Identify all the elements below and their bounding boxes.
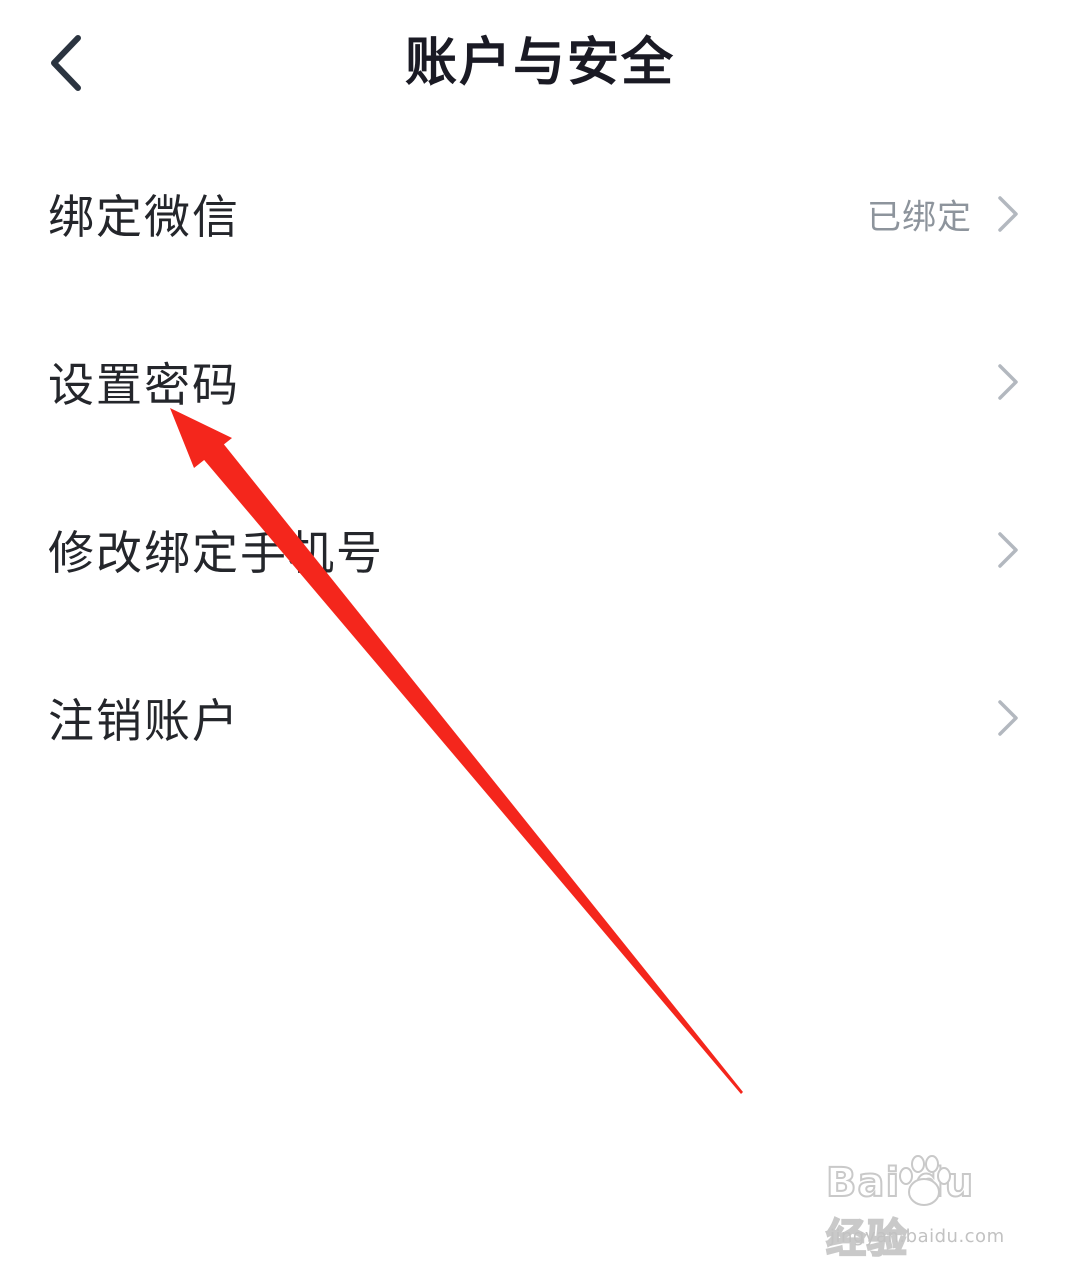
menu-item-set-password[interactable]: 设置密码	[0, 298, 1080, 466]
watermark-url: jingyan.baidu.com	[830, 1226, 1005, 1247]
menu-item-bind-wechat[interactable]: 绑定微信 已绑定	[0, 130, 1080, 298]
menu-item-label: 修改绑定手机号	[48, 526, 384, 580]
chevron-right-icon	[994, 362, 1022, 402]
chevron-right-icon	[994, 698, 1022, 738]
watermark: Bai du 经验 jingyan.baidu.com	[825, 1155, 1026, 1263]
menu-item-label: 绑定微信	[48, 190, 240, 244]
page-title: 账户与安全	[404, 33, 675, 93]
menu-item-label: 设置密码	[48, 358, 240, 412]
chevron-right-icon	[994, 530, 1022, 570]
paw-icon	[899, 1155, 951, 1206]
menu-item-delete-account[interactable]: 注销账户	[0, 634, 1080, 802]
bind-status-value: 已绑定	[867, 197, 972, 238]
chevron-right-icon	[994, 194, 1022, 234]
top-nav-bar: 账户与安全	[0, 0, 1080, 130]
menu-item-change-phone[interactable]: 修改绑定手机号	[0, 466, 1080, 634]
menu-item-label: 注销账户	[48, 694, 240, 748]
